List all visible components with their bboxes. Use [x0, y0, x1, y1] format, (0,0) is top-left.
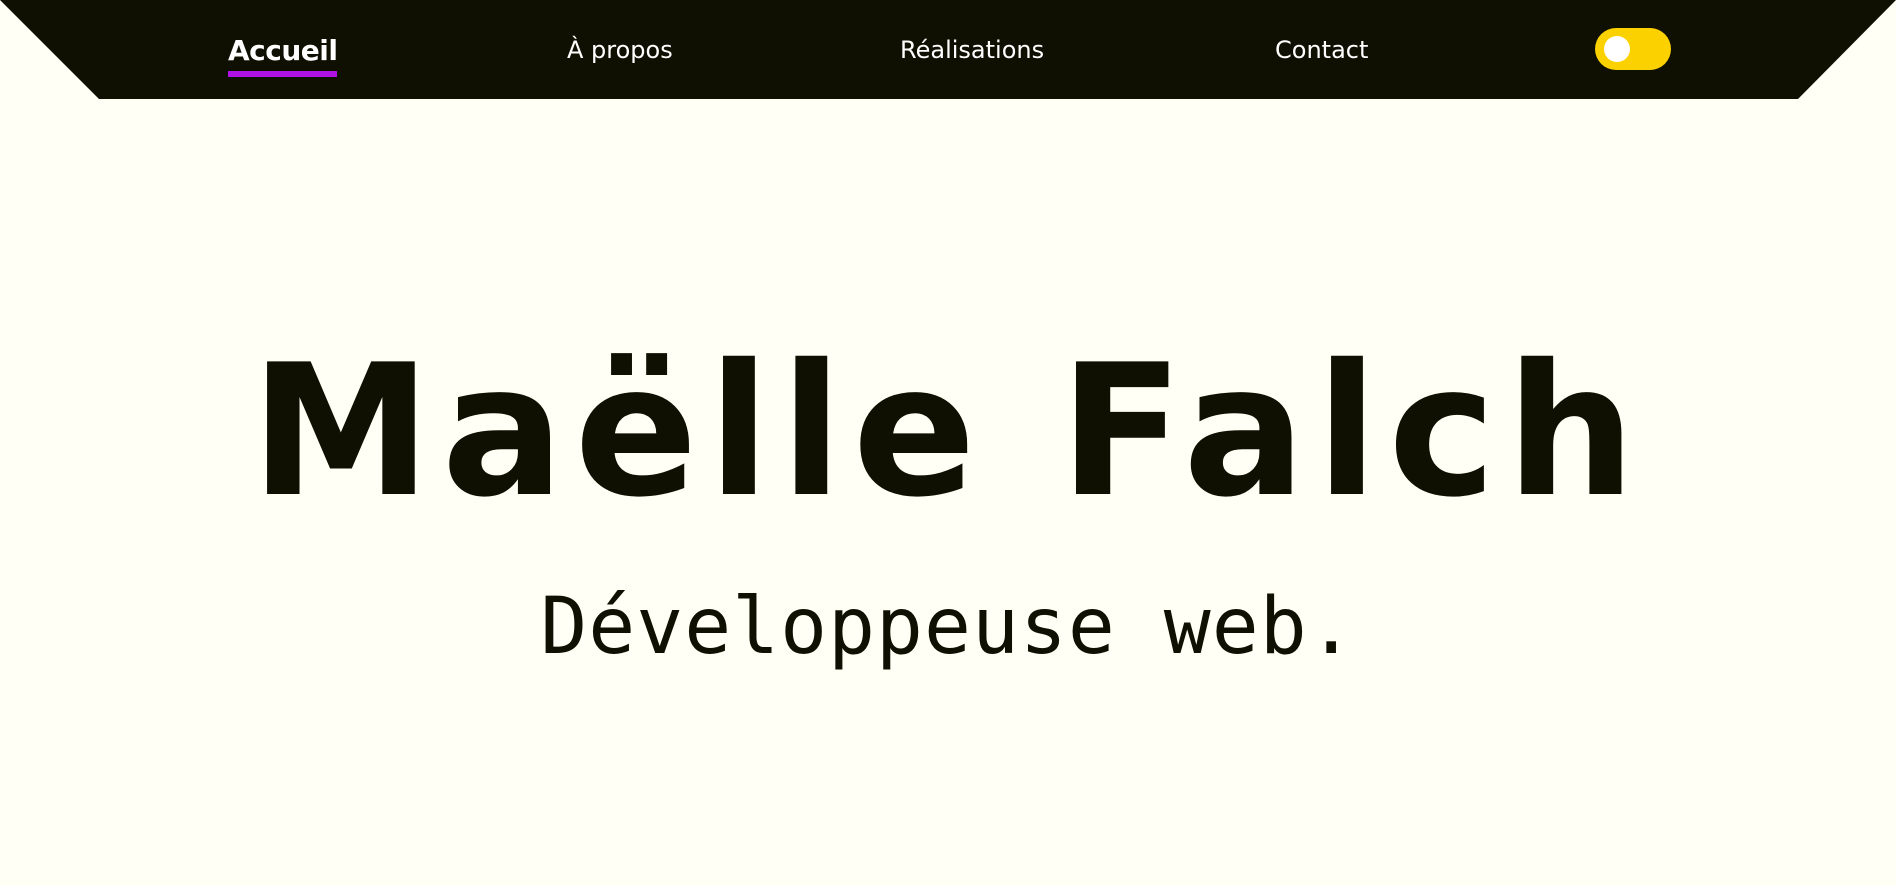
hero-title: Maëlle Falch [250, 325, 1646, 537]
theme-toggle[interactable] [1595, 28, 1671, 70]
nav-link-accueil[interactable]: Accueil [228, 31, 338, 77]
nav-link-realisations[interactable]: Réalisations [900, 31, 1044, 69]
toggle-knob [1604, 36, 1630, 62]
nav-link-contact[interactable]: Contact [1275, 31, 1368, 69]
hero-subtitle: Développeuse web. [540, 582, 1356, 672]
navbar: Accueil À propos Réalisations Contact [0, 0, 1896, 99]
nav-link-a-propos[interactable]: À propos [567, 31, 673, 69]
